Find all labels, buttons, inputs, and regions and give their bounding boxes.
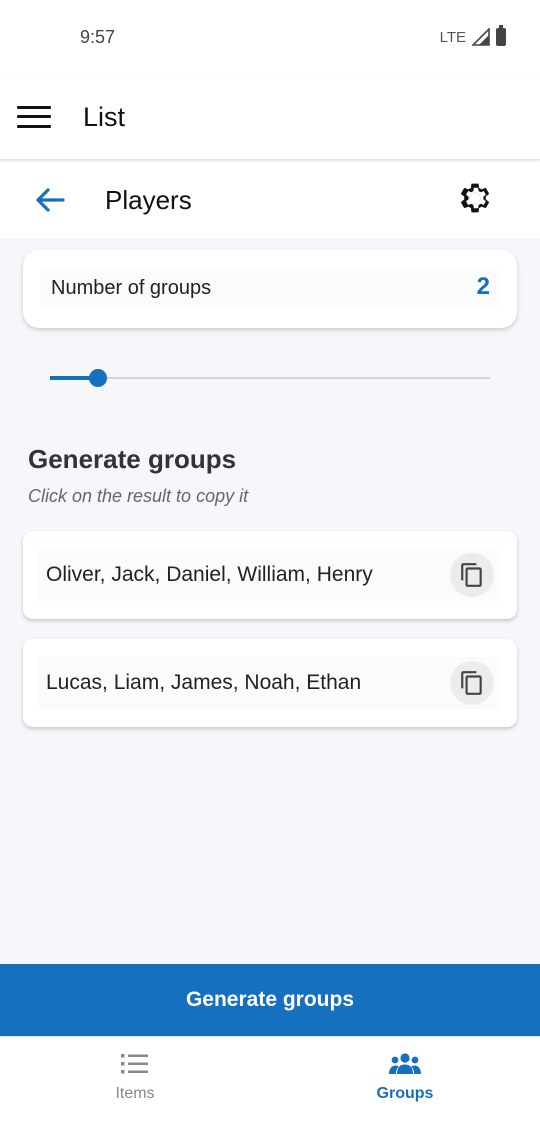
page-title: Players <box>105 185 192 215</box>
number-of-groups-slider[interactable] <box>50 366 490 390</box>
app-bar: List <box>0 78 540 160</box>
content-area: Number of groups 2 Generate groups Click… <box>0 238 540 964</box>
gear-icon[interactable] <box>457 180 493 216</box>
section-title: Generate groups <box>28 444 237 474</box>
result-text: Lucas, Liam, James, Noah, Ethan <box>46 671 362 694</box>
slider-thumb[interactable] <box>89 369 107 387</box>
nav-label-items: Items <box>115 1085 155 1102</box>
result-card[interactable]: Oliver, Jack, Daniel, William, Henry <box>23 531 517 619</box>
generate-groups-button[interactable]: Generate groups <box>0 964 540 1036</box>
result-row: Oliver, Jack, Daniel, William, Henry <box>38 549 500 601</box>
result-text: Oliver, Jack, Daniel, William, Henry <box>46 563 373 586</box>
section-subtitle: Click on the result to copy it <box>28 486 249 506</box>
result-row: Lucas, Liam, James, Noah, Ethan <box>38 657 500 709</box>
copy-button[interactable] <box>450 553 494 597</box>
nav-item-groups[interactable]: Groups <box>270 1037 540 1121</box>
result-card[interactable]: Lucas, Liam, James, Noah, Ethan <box>23 639 517 727</box>
hamburger-menu-icon[interactable] <box>17 104 51 130</box>
number-of-groups-card: Number of groups 2 <box>23 250 517 328</box>
network-type: LTE <box>439 28 466 46</box>
battery-icon <box>496 25 506 46</box>
signal-icon <box>472 28 490 46</box>
number-of-groups-label: Number of groups <box>51 277 212 299</box>
copy-icon <box>461 671 482 695</box>
nav-label-groups: Groups <box>376 1085 434 1102</box>
nav-item-items[interactable]: Items <box>0 1037 270 1121</box>
bottom-navigation: Items Groups <box>0 1036 540 1120</box>
status-bar: 9:57 LTE <box>0 0 540 78</box>
arrow-back-icon[interactable] <box>33 183 67 217</box>
status-time: 9:57 <box>80 27 116 47</box>
number-of-groups-row: Number of groups 2 <box>40 268 500 308</box>
group-icon <box>389 1053 421 1074</box>
copy-button[interactable] <box>450 661 494 705</box>
slider-track <box>50 377 490 379</box>
copy-icon <box>461 563 482 587</box>
number-of-groups-value: 2 <box>476 273 490 300</box>
app-title: List <box>83 102 126 132</box>
status-icons: LTE <box>439 25 506 46</box>
list-icon <box>121 1054 148 1074</box>
